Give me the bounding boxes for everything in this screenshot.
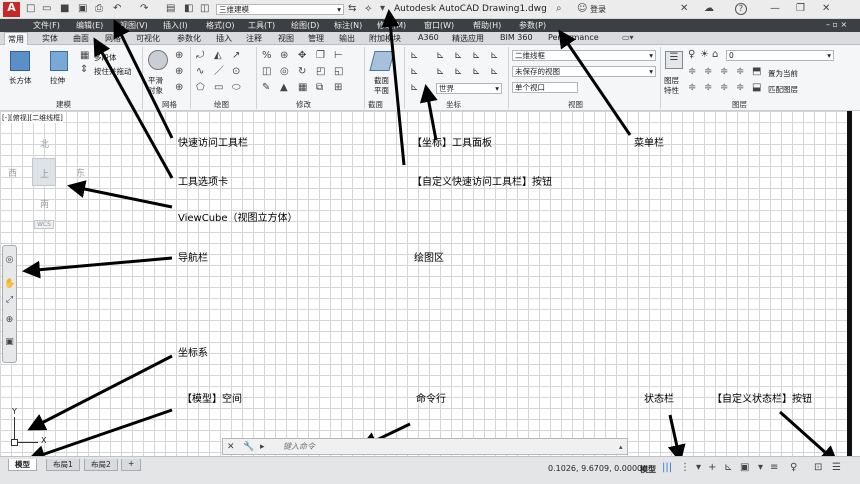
label-customize-qat: 【自定义快速访问工具栏】按钮 xyxy=(412,177,552,188)
label-tool-tabs: 工具选项卡 xyxy=(178,177,228,188)
ortho-icon[interactable]: ▾ xyxy=(696,462,701,474)
tab-model[interactable]: 模型 xyxy=(8,459,37,471)
annotation-arrows xyxy=(22,9,839,464)
lineweight-icon[interactable]: ≡ xyxy=(770,462,778,474)
arrow xyxy=(667,414,686,463)
arrow xyxy=(419,84,438,141)
label-quick-access-toolbar: 快速访问工具栏 xyxy=(178,138,248,149)
command-input[interactable] xyxy=(283,441,613,452)
add-layout-button[interactable]: + xyxy=(121,459,142,471)
arrow xyxy=(558,29,632,136)
label-navigation-bar: 导航栏 xyxy=(178,253,208,264)
label-customize-status: 【自定义状态栏】按钮 xyxy=(712,394,812,405)
label-viewcube: ViewCube（视图立方体） xyxy=(178,213,298,224)
label-command-line: 命令行 xyxy=(416,394,446,405)
grid-toggle-icon[interactable]: ||| xyxy=(662,462,672,474)
command-line: ✕ 🔧 ▸ ▴ xyxy=(222,438,628,455)
arrow xyxy=(67,180,173,209)
arrow xyxy=(381,9,406,166)
selection-cycling-icon[interactable]: ♀ xyxy=(790,462,797,474)
label-model-space: 【模型】空间 xyxy=(182,394,242,405)
coordinates-readout[interactable]: 0.1026, 9.6709, 0.0000 xyxy=(548,464,642,473)
close-icon[interactable]: ✕ xyxy=(227,441,235,453)
status-bar: 模型 布局1 布局2 + 0.1026, 9.6709, 0.0000 模型 |… xyxy=(0,456,860,484)
label-menu-bar: 菜单栏 xyxy=(634,138,664,149)
isodraft-icon[interactable]: ⊾ xyxy=(724,462,732,474)
arrow xyxy=(779,410,839,464)
model-space-toggle[interactable]: 模型 xyxy=(640,464,656,475)
label-status-bar: 状态栏 xyxy=(644,394,674,405)
tab-layout2[interactable]: 布局2 xyxy=(84,459,118,471)
fullscreen-icon[interactable]: ⊡ xyxy=(814,462,822,474)
tab-layout1[interactable]: 布局1 xyxy=(46,459,80,471)
label-drawing-area: 绘图区 xyxy=(414,253,444,264)
arrow xyxy=(113,19,174,139)
wrench-icon[interactable]: 🔧 xyxy=(243,441,254,453)
object-snap-icon[interactable]: ▣ xyxy=(740,462,749,474)
polar-icon[interactable]: + xyxy=(708,462,716,474)
label-coords-panel: 【坐标】工具面板 xyxy=(412,138,492,149)
snap-toggle-icon[interactable]: ⋮ xyxy=(680,462,690,474)
customize-status-bar-icon[interactable]: ☰ xyxy=(832,462,841,474)
workspace-switch-icon[interactable]: ▾ xyxy=(758,462,763,474)
arrow xyxy=(22,256,173,279)
command-history-icon[interactable]: ▸ xyxy=(260,441,265,453)
chevron-up-icon[interactable]: ▴ xyxy=(619,441,623,453)
label-coordinate-system: 坐标系 xyxy=(178,348,208,359)
